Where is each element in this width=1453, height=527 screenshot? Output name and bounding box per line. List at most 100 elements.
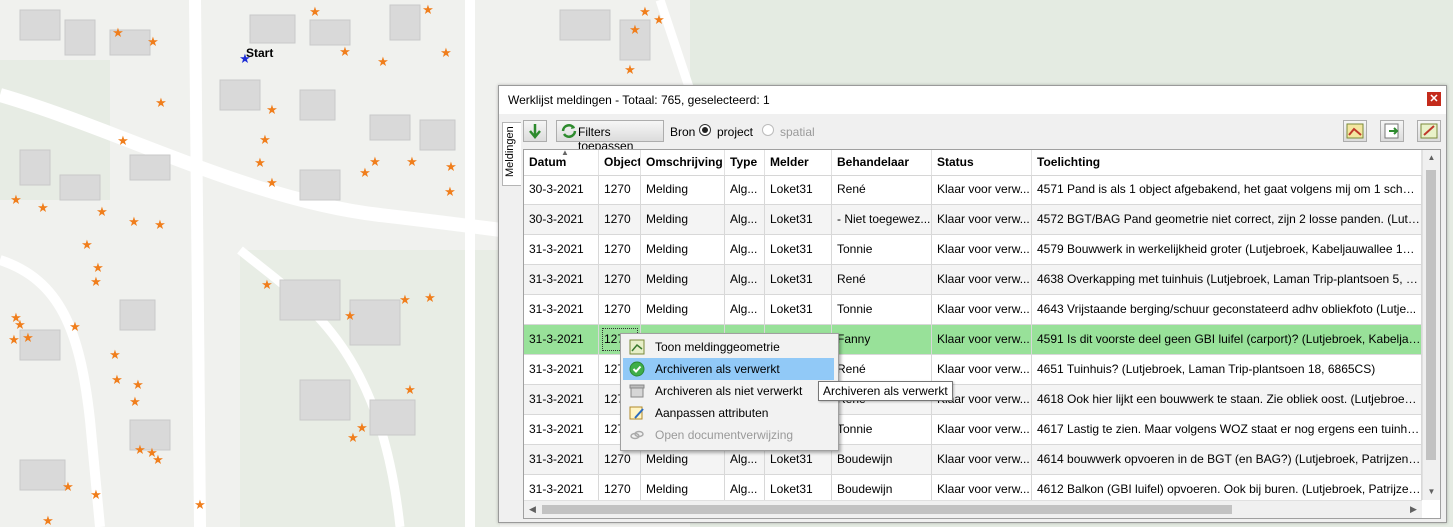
melding-marker-icon[interactable]: ★ <box>254 155 266 170</box>
melding-marker-icon[interactable]: ★ <box>639 4 651 19</box>
menu-item-archiveren-als-niet-verwerkt[interactable]: Archiveren als niet verwerkt <box>623 380 834 402</box>
cell-status[interactable]: Klaar voor verw... <box>932 445 1032 474</box>
cell-behandelaar[interactable]: Tonnie <box>832 415 932 444</box>
close-icon[interactable]: ✕ <box>1427 92 1441 106</box>
col-status[interactable]: Status <box>932 150 1032 175</box>
cell-toelichting[interactable]: 4651 Tuinhuis? (Lutjebroek, Laman Trip-p… <box>1032 355 1422 384</box>
cell-omschrijving[interactable]: Melding <box>641 235 725 264</box>
vertical-scroll-thumb[interactable] <box>1426 170 1436 460</box>
melding-marker-icon[interactable]: ★ <box>445 159 457 174</box>
cell-toelichting[interactable]: 4618 Ook hier lijkt een bouwwerk te staa… <box>1032 385 1422 414</box>
cell-object[interactable]: 1270 <box>599 265 641 294</box>
radio-spatial[interactable] <box>762 124 774 136</box>
cell-object[interactable]: 1270 <box>599 205 641 234</box>
download-button[interactable] <box>523 120 547 142</box>
melding-marker-icon[interactable]: ★ <box>109 347 121 362</box>
cell-omschrijving[interactable]: Melding <box>641 175 725 204</box>
melding-marker-icon[interactable]: ★ <box>90 274 102 289</box>
melding-marker-icon[interactable]: ★ <box>424 290 436 305</box>
melding-marker-icon[interactable]: ★ <box>62 479 74 494</box>
cell-behandelaar[interactable]: - Niet toegewez... <box>832 205 932 234</box>
cell-toelichting[interactable]: 4591 Is dit voorste deel geen GBI luifel… <box>1032 325 1422 354</box>
tab-meldingen[interactable]: Meldingen <box>502 122 521 186</box>
melding-marker-icon[interactable]: ★ <box>266 102 278 117</box>
melding-marker-icon[interactable]: ★ <box>261 277 273 292</box>
scroll-right-icon[interactable]: ▶ <box>1405 501 1422 518</box>
cell-behandelaar[interactable]: Boudewijn <box>832 445 932 474</box>
melding-marker-icon[interactable]: ★ <box>90 487 102 502</box>
melding-marker-icon[interactable]: ★ <box>356 420 368 435</box>
cell-omschrijving[interactable]: Melding <box>641 205 725 234</box>
melding-marker-icon[interactable]: ★ <box>399 292 411 307</box>
melding-marker-icon[interactable]: ★ <box>37 200 49 215</box>
cell-behandelaar[interactable]: René <box>832 175 932 204</box>
melding-marker-icon[interactable]: ★ <box>444 184 456 199</box>
melding-marker-icon[interactable]: ★ <box>377 54 389 69</box>
melding-marker-icon[interactable]: ★ <box>112 25 124 40</box>
menu-item-archiveren-als-verwerkt[interactable]: Archiveren als verwerkt <box>623 358 834 380</box>
cell-datum[interactable]: 31-3-2021 <box>524 295 599 324</box>
cell-status[interactable]: Klaar voor verw... <box>932 295 1032 324</box>
melding-marker-icon[interactable]: ★ <box>96 204 108 219</box>
melding-marker-icon[interactable]: ★ <box>155 95 167 110</box>
melding-marker-icon[interactable]: ★ <box>42 513 54 527</box>
cell-toelichting[interactable]: 4638 Overkapping met tuinhuis (Lutjebroe… <box>1032 265 1422 294</box>
cell-object[interactable]: 1270 <box>599 235 641 264</box>
cell-object[interactable]: 1270 <box>599 175 641 204</box>
scroll-left-icon[interactable]: ◀ <box>524 501 541 518</box>
table-row[interactable]: 31-3-2021 1270 Melding Alg... Loket31 Tonnie K… <box>524 295 1422 325</box>
melding-marker-icon[interactable]: ★ <box>194 497 206 512</box>
cell-type[interactable]: Alg... <box>725 235 765 264</box>
cell-status[interactable]: Klaar voor verw... <box>932 175 1032 204</box>
col-toelichting[interactable]: Toelichting <box>1032 150 1422 175</box>
horizontal-scroll-thumb[interactable] <box>542 505 1232 514</box>
melding-marker-icon[interactable]: ★ <box>309 4 321 19</box>
melding-marker-icon[interactable]: ★ <box>440 45 452 60</box>
horizontal-scrollbar[interactable]: ◀ ▶ <box>524 500 1422 518</box>
cell-type[interactable]: Alg... <box>725 175 765 204</box>
melding-marker-icon[interactable]: ★ <box>369 154 381 169</box>
melding-marker-icon[interactable]: ★ <box>69 319 81 334</box>
melding-marker-icon[interactable]: ★ <box>359 165 371 180</box>
cell-datum[interactable]: 31-3-2021 <box>524 385 599 414</box>
melding-marker-icon[interactable]: ★ <box>117 133 129 148</box>
cell-datum[interactable]: 31-3-2021 <box>524 325 599 354</box>
map-edit-button[interactable] <box>1417 120 1441 142</box>
cell-object[interactable]: 1270 <box>599 295 641 324</box>
col-omschrijving[interactable]: Omschrijving <box>641 150 725 175</box>
cell-status[interactable]: Klaar voor verw... <box>932 355 1032 384</box>
cell-datum[interactable]: 31-3-2021 <box>524 265 599 294</box>
table-row[interactable]: 30-3-2021 1270 Melding Alg... Loket31 René Kla… <box>524 175 1422 205</box>
radio-project[interactable] <box>699 124 711 136</box>
melding-marker-icon[interactable]: ★ <box>259 132 271 147</box>
cell-behandelaar[interactable]: René <box>832 355 932 384</box>
melding-marker-icon[interactable]: ★ <box>154 217 166 232</box>
filters-button[interactable]: Filters toepassen <box>556 120 664 153</box>
cell-toelichting[interactable]: 4572 BGT/BAG Pand geometrie niet correct… <box>1032 205 1422 234</box>
cell-melder[interactable]: Loket31 <box>765 205 832 234</box>
melding-marker-icon[interactable]: ★ <box>624 62 636 77</box>
cell-toelichting[interactable]: 4643 Vrijstaande berging/schuur geconsta… <box>1032 295 1422 324</box>
melding-marker-icon[interactable]: ★ <box>404 382 416 397</box>
cell-melder[interactable]: Loket31 <box>765 295 832 324</box>
melding-marker-icon[interactable]: ★ <box>147 34 159 49</box>
cell-status[interactable]: Klaar voor verw... <box>932 265 1032 294</box>
cell-toelichting[interactable]: 4571 Pand is als 1 object afgebakend, he… <box>1032 175 1422 204</box>
col-type[interactable]: Type <box>725 150 765 175</box>
melding-marker-icon[interactable]: ★ <box>8 332 20 347</box>
menu-item-toon-meldinggeometrie[interactable]: Toon meldinggeometrie <box>623 336 834 358</box>
scroll-down-icon[interactable]: ▼ <box>1423 484 1440 500</box>
melding-marker-icon[interactable]: ★ <box>344 308 356 323</box>
cell-omschrijving[interactable]: Melding <box>641 265 725 294</box>
melding-marker-icon[interactable]: ★ <box>10 192 22 207</box>
cell-datum[interactable]: 31-3-2021 <box>524 235 599 264</box>
cell-status[interactable]: Klaar voor verw... <box>932 325 1032 354</box>
menu-item-aanpassen-attributen[interactable]: Aanpassen attributen <box>623 402 834 424</box>
cell-status[interactable]: Klaar voor verw... <box>932 205 1032 234</box>
cell-type[interactable]: Alg... <box>725 205 765 234</box>
col-behandelaar[interactable]: Behandelaar <box>832 150 932 175</box>
melding-marker-icon[interactable]: ★ <box>152 452 164 467</box>
menu-item-open-documentverwijzing[interactable]: Open documentverwijzing <box>623 424 834 446</box>
cell-behandelaar[interactable]: René <box>832 265 932 294</box>
table-row[interactable]: 31-3-2021 1270 Melding Alg... Loket31 René Kla… <box>524 265 1422 295</box>
